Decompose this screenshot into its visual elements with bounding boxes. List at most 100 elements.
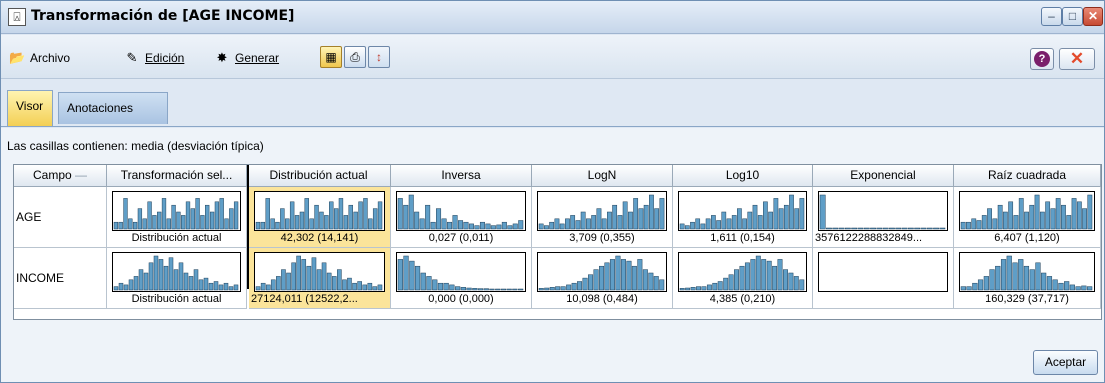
histogram-bar	[403, 255, 409, 291]
histogram-bar	[538, 288, 544, 291]
cell-age-log10[interactable]: 1,611 (0,154)	[673, 187, 813, 248]
transform-window: ⍓ Transformación de [AGE INCOME] – □ ✕ 📂…	[0, 0, 1105, 383]
histogram-bar	[586, 218, 591, 230]
histogram-bar	[565, 218, 570, 230]
title-bar[interactable]: ⍓ Transformación de [AGE INCOME] – □ ✕	[1, 1, 1104, 34]
histogram-bar	[193, 269, 199, 291]
histogram-bar	[1018, 198, 1024, 230]
cell-income-log10[interactable]: 4,385 (0,210)	[673, 248, 813, 309]
histogram-bar	[933, 227, 939, 230]
histogram-bar	[571, 282, 577, 291]
histogram-bar	[319, 211, 324, 230]
histogram-frame	[818, 191, 948, 231]
histogram-bar	[142, 218, 147, 230]
histogram-bar	[966, 286, 972, 291]
histogram-bar	[419, 218, 425, 230]
ok-button[interactable]: Aceptar	[1033, 350, 1098, 375]
histogram-bar	[580, 211, 586, 230]
cell-age-inversa[interactable]: 0,027 (0,011)	[391, 187, 532, 248]
help-button[interactable]: ?	[1030, 48, 1054, 70]
histogram-bar	[483, 288, 489, 291]
menu-edicion[interactable]: ✎ Edición	[124, 49, 185, 67]
cell-income-logn[interactable]: 10,098 (0,484)	[532, 248, 673, 309]
histogram-bar	[420, 272, 426, 291]
sort-icon[interactable]: ↕	[368, 46, 390, 68]
histogram-bar	[1069, 284, 1075, 291]
header-distribucion-actual[interactable]: Distribución actual	[247, 165, 391, 187]
header-logn[interactable]: LogN	[532, 165, 673, 187]
tab-visor[interactable]: Visor	[7, 90, 53, 126]
histogram-bar	[723, 277, 729, 291]
print-icon[interactable]: ⎙	[344, 46, 366, 68]
histogram-bar	[123, 198, 128, 230]
add-node-icon[interactable]: ▦	[320, 46, 342, 68]
histogram-bar	[358, 201, 363, 230]
histogram-bar	[966, 221, 971, 230]
histogram-bar	[432, 279, 438, 291]
window-close-button[interactable]: ✕	[1083, 7, 1103, 26]
histogram-bar	[570, 215, 576, 230]
histogram-bar	[500, 288, 507, 291]
cell-age-logn[interactable]: 3,709 (0,355)	[532, 187, 673, 248]
histogram-bar	[1066, 215, 1072, 230]
histogram-bar	[607, 211, 612, 230]
histogram-bar	[737, 208, 742, 230]
cell-income-transformacion[interactable]: Distribución actual	[107, 248, 247, 309]
histogram-bar	[490, 225, 496, 230]
header-transformacion[interactable]: Transformación sel...	[107, 165, 247, 187]
histogram-bar	[638, 208, 644, 230]
cell-value: 10,098 (0,484)	[566, 293, 638, 305]
menu-archivo[interactable]: 📂 Archivo	[9, 49, 70, 67]
histogram-bar	[466, 287, 472, 291]
cell-income-inversa[interactable]: 0,000 (0,000)	[391, 248, 532, 309]
histogram	[959, 191, 1095, 231]
cell-income-raiz[interactable]: 160,329 (37,717)	[954, 248, 1101, 309]
cell-income-exponencial[interactable]	[813, 248, 954, 309]
histogram-bar	[1006, 255, 1012, 291]
histogram-bar	[1071, 198, 1077, 230]
tab-anotaciones[interactable]: Anotaciones	[58, 92, 168, 124]
histogram-bar	[275, 221, 280, 230]
histogram-bar	[352, 282, 357, 291]
histogram-bar	[507, 225, 513, 230]
histogram-bar	[213, 281, 219, 291]
histogram-bar	[907, 227, 914, 230]
histogram-bar	[544, 225, 549, 230]
cell-age-actual[interactable]: 42,302 (14,141)	[249, 187, 391, 248]
cell-age-transformacion[interactable]: Distribución actual	[107, 187, 247, 248]
cell-income-actual[interactable]: 27124,011 (12522,2...	[249, 248, 391, 309]
minimize-button[interactable]: –	[1041, 7, 1062, 26]
edit-icon: ✎	[126, 50, 138, 65]
histogram-bar	[363, 198, 368, 230]
histogram-bar	[637, 259, 643, 291]
header-exponencial[interactable]: Exponencial	[813, 165, 954, 187]
histogram-bar	[195, 198, 200, 230]
histogram-bar	[649, 194, 654, 230]
close-output-button[interactable]: ✕	[1059, 48, 1095, 70]
header-raiz-cuadrada[interactable]: Raíz cuadrada	[954, 165, 1101, 187]
histogram-bar	[622, 201, 628, 230]
histogram-bar	[233, 201, 239, 230]
histogram-bar	[997, 204, 1003, 230]
header-log10[interactable]: Log10	[673, 165, 813, 187]
histogram-bar	[338, 198, 344, 230]
histogram-bar	[575, 220, 581, 230]
header-campo[interactable]: Campo —	[14, 165, 107, 187]
maximize-button[interactable]: □	[1062, 7, 1083, 26]
histogram-bar	[452, 215, 458, 230]
histogram-bar	[368, 218, 373, 230]
histogram-bar	[914, 227, 921, 230]
histogram-bar	[347, 277, 352, 291]
histogram-bar	[173, 269, 179, 291]
histogram-bar	[1024, 211, 1029, 230]
cell-age-exponencial[interactable]: 3576122288832849...	[813, 187, 954, 248]
histogram-bar	[731, 215, 737, 230]
cell-age-raiz[interactable]: 6,407 (1,120)	[954, 187, 1101, 248]
selection-divider	[247, 165, 249, 289]
histogram-bar	[976, 220, 982, 230]
menu-generar[interactable]: ✸ Generar	[214, 49, 279, 67]
header-inversa[interactable]: Inversa	[391, 165, 532, 187]
histogram-bar	[1075, 286, 1081, 291]
histogram-bar	[342, 279, 347, 291]
histogram-bar	[324, 215, 329, 230]
